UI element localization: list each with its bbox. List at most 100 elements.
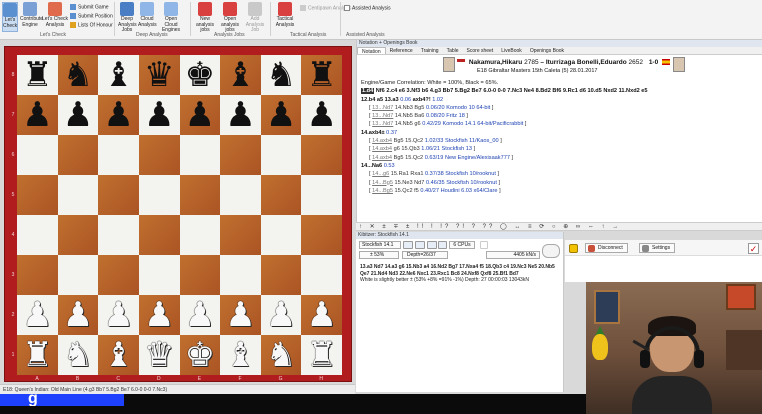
white-piece-icon[interactable]: ♟	[63, 298, 93, 332]
settings-button[interactable]: Settings	[639, 243, 676, 253]
square-g1[interactable]: ♞	[260, 335, 302, 375]
engine-lines[interactable]: 13.a3 Nd7 14.a3 g6 15.Nb3 a4 16.Nd2 Bg7 …	[356, 260, 563, 288]
lets-check-button[interactable]: Let's Check	[2, 2, 18, 32]
square-h8[interactable]: ♜	[301, 55, 342, 95]
submit-game-button[interactable]: Submit Game	[70, 4, 109, 10]
tab-0[interactable]: Notation	[357, 47, 386, 55]
square-b3[interactable]	[57, 255, 99, 295]
square-f8[interactable]: ♝	[220, 55, 261, 95]
square-g4[interactable]	[260, 215, 302, 255]
tab-1[interactable]: Reference	[386, 47, 417, 54]
square-d2[interactable]: ♟	[138, 295, 180, 335]
square-d4[interactable]	[138, 215, 180, 255]
black-piece-icon[interactable]: ♟	[22, 98, 52, 132]
black-piece-icon[interactable]: ♟	[103, 98, 133, 132]
variation-line[interactable]: [ 14.axb4 Bg5 15.Qc2 1.02/33 Stockfish 1…	[361, 137, 758, 145]
add-line-icon[interactable]	[438, 241, 447, 249]
open-analysis-jobs-button[interactable]: Open analysis jobs	[218, 2, 242, 34]
add-analysis-job-button[interactable]: Add Analysis Job	[244, 2, 266, 34]
engine-name[interactable]: Stockfish 14.1	[359, 241, 401, 249]
square-d6[interactable]	[138, 135, 180, 175]
square-g6[interactable]	[260, 135, 302, 175]
white-piece-icon[interactable]: ♜	[22, 338, 52, 372]
square-e7[interactable]: ♟	[179, 95, 221, 135]
cloud-analysis-button[interactable]: Cloud Analysis	[138, 2, 157, 28]
square-e8[interactable]: ♚	[179, 55, 221, 95]
cpus-selector[interactable]: 6 CPUs	[449, 241, 475, 249]
square-h2[interactable]: ♟	[301, 295, 342, 335]
live-icon[interactable]	[569, 244, 578, 253]
square-h7[interactable]: ♟	[301, 95, 342, 135]
square-d7[interactable]: ♟	[138, 95, 180, 135]
black-piece-icon[interactable]: ♟	[63, 98, 93, 132]
black-piece-icon[interactable]: ♟	[225, 98, 255, 132]
deep-analysis-jobs-button[interactable]: Deep Analysis Jobs	[118, 2, 137, 34]
square-d3[interactable]	[138, 255, 180, 295]
square-a5[interactable]	[17, 175, 58, 215]
square-c2[interactable]: ♟	[98, 295, 139, 335]
black-piece-icon[interactable]: ♟	[144, 98, 174, 132]
variation-line[interactable]: [ 13...Nd7 14.Nb3 Bg5 0.06/20 Komodo 10 …	[361, 104, 758, 112]
square-d5[interactable]	[138, 175, 180, 215]
square-f4[interactable]	[220, 215, 261, 255]
black-piece-icon[interactable]: ♜	[22, 58, 52, 92]
white-piece-icon[interactable]: ♟	[22, 298, 52, 332]
square-e1[interactable]: ♚	[179, 335, 221, 375]
submit-position-button[interactable]: Submit Position	[70, 13, 113, 19]
black-piece-icon[interactable]: ♞	[266, 58, 296, 92]
square-a4[interactable]	[17, 215, 58, 255]
white-piece-icon[interactable]: ♟	[103, 298, 133, 332]
variation-line[interactable]: [ 13...Nd7 14.Nb5 g6 0.42/29 Komodo 14.1…	[361, 120, 758, 128]
square-c8[interactable]: ♝	[98, 55, 139, 95]
black-piece-icon[interactable]: ♛	[144, 58, 174, 92]
square-b5[interactable]	[57, 175, 99, 215]
confirm-check-button[interactable]: ✓	[748, 243, 759, 254]
engine-start-icon[interactable]	[403, 241, 413, 249]
square-h3[interactable]	[301, 255, 342, 295]
square-b1[interactable]: ♞	[57, 335, 99, 375]
square-a3[interactable]	[17, 255, 58, 295]
square-a8[interactable]: ♜	[17, 55, 58, 95]
notation-text[interactable]: Engine/Game Correlation: White = 100%, B…	[357, 79, 762, 195]
main-line-moves[interactable]: Nf6 2.c4 e6 3.Nf3 b6 4.g3 Bb7 5.Bg2 Be7 …	[376, 88, 648, 94]
current-move[interactable]: 1.d4	[361, 88, 375, 95]
square-g5[interactable]	[260, 175, 302, 215]
lists-of-honour-button[interactable]: Lists Of Honour	[70, 22, 113, 28]
square-e5[interactable]	[179, 175, 221, 215]
variation-line[interactable]: [ 13...Nd7 14.Nb5 Ba6 0.08/20 Fritz 18 ]	[361, 112, 758, 120]
black-piece-icon[interactable]: ♞	[63, 58, 93, 92]
lets-check-analysis-button[interactable]: Let's Check Analysis	[42, 2, 68, 28]
disconnect-button[interactable]: Disconnect	[585, 243, 628, 253]
square-f1[interactable]: ♝	[220, 335, 261, 375]
black-piece-icon[interactable]: ♝	[103, 58, 133, 92]
square-e3[interactable]	[179, 255, 221, 295]
square-c4[interactable]	[98, 215, 139, 255]
zoom-out-icon[interactable]	[427, 241, 437, 249]
white-piece-icon[interactable]: ♛	[144, 338, 174, 372]
square-c7[interactable]: ♟	[98, 95, 139, 135]
square-g7[interactable]: ♟	[260, 95, 302, 135]
square-h6[interactable]	[301, 135, 342, 175]
square-a7[interactable]: ♟	[17, 95, 58, 135]
square-e6[interactable]	[179, 135, 221, 175]
square-a1[interactable]: ♜	[17, 335, 58, 375]
variation-line[interactable]: [ 14...Bg5 15.Qc2 f5 0.40/27 Houdini 6.0…	[361, 187, 758, 195]
black-piece-icon[interactable]: ♟	[306, 98, 336, 132]
black-piece-icon[interactable]: ♝	[225, 58, 255, 92]
square-d8[interactable]: ♛	[138, 55, 180, 95]
black-piece-icon[interactable]: ♜	[306, 58, 336, 92]
black-piece-icon[interactable]: ♟	[185, 98, 215, 132]
square-b2[interactable]: ♟	[57, 295, 99, 335]
black-piece-icon[interactable]: ♚	[185, 58, 215, 92]
tab-6[interactable]: Openings Book	[526, 47, 568, 54]
square-c6[interactable]	[98, 135, 139, 175]
square-g8[interactable]: ♞	[260, 55, 302, 95]
tab-2[interactable]: Training	[417, 47, 443, 54]
square-b4[interactable]	[57, 215, 99, 255]
tab-5[interactable]: LiveBook	[497, 47, 526, 54]
white-piece-icon[interactable]: ♟	[185, 298, 215, 332]
chess-board[interactable]: ♜ ♞ ♝ ♛ ♚ ♝ ♞ ♜ ♟ ♟ ♟ ♟ ♟ ♟ ♟ ♟ ♟ ♟ ♟ ♟ ♟ ♟ ♟ ♟ ♜ ♞ ♝ ♛ ♚ ♝ ♞ ♜	[17, 55, 342, 375]
variation-line[interactable]: [ 14...g6 15.Ra1 Rxa1 0.37/38 Stockfish …	[361, 170, 758, 178]
black-piece-icon[interactable]: ♟	[266, 98, 296, 132]
white-piece-icon[interactable]: ♞	[266, 338, 296, 372]
